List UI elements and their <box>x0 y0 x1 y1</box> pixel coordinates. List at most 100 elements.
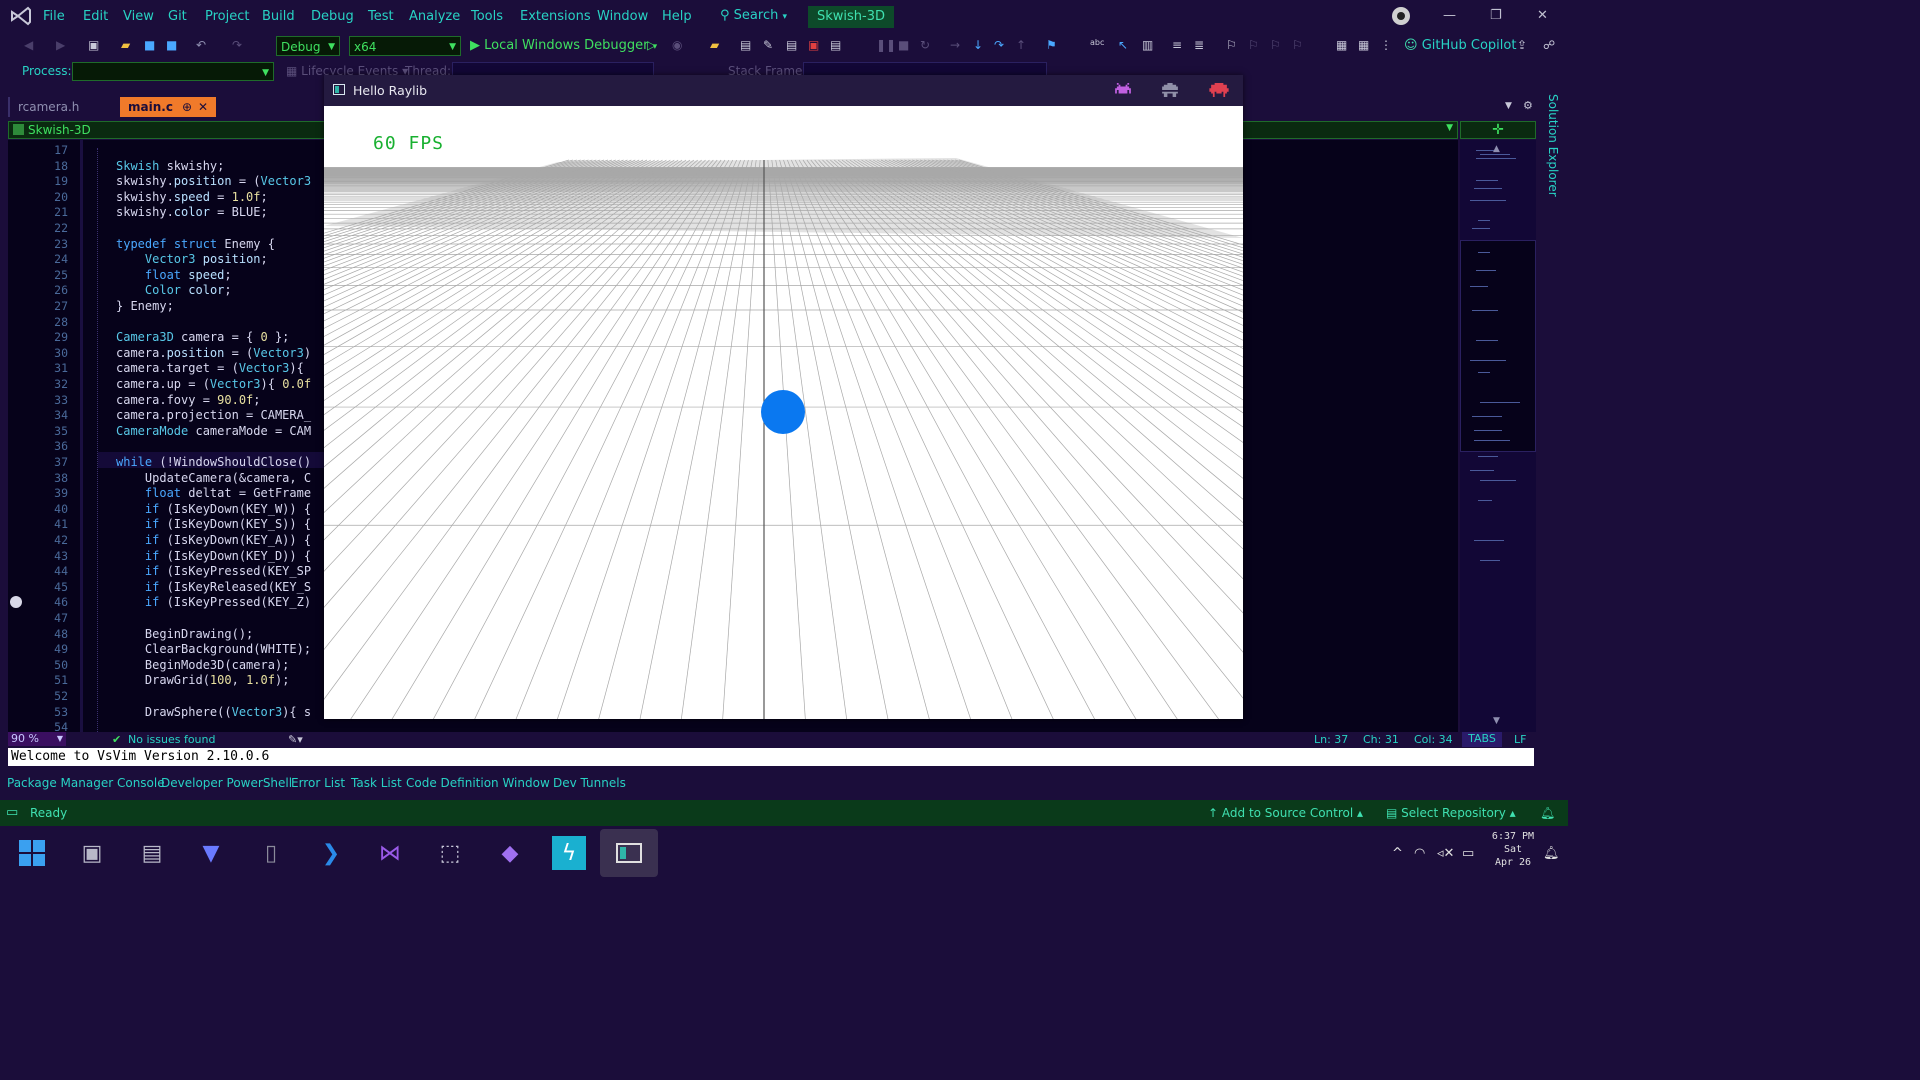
project-scope-dropdown[interactable]: Skwish-3D <box>13 123 91 137</box>
indentation-mode[interactable]: TABS <box>1462 732 1502 747</box>
open-folder-icon[interactable]: ▰ <box>121 38 135 52</box>
zoom-dropdown[interactable]: 90 % ▼ <box>8 732 66 746</box>
restore-icon[interactable]: ❐ <box>1490 8 1502 23</box>
char-indicator[interactable]: Ch: 31 <box>1363 733 1399 746</box>
step-out-icon[interactable]: ↑ <box>1016 38 1030 52</box>
clear-bookmarks-icon[interactable]: ⚐ <box>1292 38 1306 52</box>
menu-tools[interactable]: Tools <box>471 9 503 24</box>
raylib-app-icon[interactable] <box>600 829 658 877</box>
invader-maximize-icon[interactable] <box>1160 83 1180 97</box>
spellcheck-icon[interactable]: abc <box>1090 38 1104 52</box>
platform-dropdown[interactable]: x64 ▼ <box>349 36 461 56</box>
solution-folder-icon[interactable]: ▰ <box>710 38 724 52</box>
prev-bookmark-icon[interactable]: ⚐ <box>1248 38 1262 52</box>
cursor-icon[interactable]: ↖ <box>1118 38 1132 52</box>
close-icon[interactable]: ✕ <box>1537 8 1548 23</box>
line-indicator[interactable]: Ln: 37 <box>1314 733 1348 746</box>
step-over-icon[interactable]: ↷ <box>994 38 1008 52</box>
menu-view[interactable]: View <box>123 9 154 24</box>
column-indicator[interactable]: Col: 34 <box>1414 733 1453 746</box>
tab-overflow-icon[interactable]: ▼ <box>1505 101 1512 111</box>
minimap-viewport[interactable] <box>1460 240 1536 452</box>
tab-rcamera-h[interactable]: rcamera.h <box>8 97 116 117</box>
diagnostics-icon[interactable]: ▤ <box>786 38 800 52</box>
minimap-scrollbar[interactable] <box>1460 140 1536 732</box>
new-project-icon[interactable]: ▣ <box>88 38 102 52</box>
visual-studio-logo-icon[interactable] <box>10 6 32 26</box>
menu-file[interactable]: File <box>43 9 65 24</box>
notifications-bell-icon[interactable]: 🔔︎ <box>1543 846 1560 861</box>
tab-main-c[interactable]: main.c ⊕ ✕ <box>120 97 216 117</box>
menu-debug[interactable]: Debug <box>311 9 354 24</box>
snipping-tool-icon[interactable]: ⬚ <box>433 836 467 870</box>
close-tab-icon[interactable]: ✕ <box>198 97 208 117</box>
process-dropdown[interactable]: ▼ <box>72 62 274 81</box>
menu-help[interactable]: Help <box>662 9 692 24</box>
undo-icon[interactable]: ↶ <box>196 38 210 52</box>
save-icon[interactable]: ■ <box>144 38 158 52</box>
vsvim-command-line[interactable]: Welcome to VsVim Version 2.10.0.6 <box>8 748 1534 766</box>
taskbar-clock[interactable]: 6:37 PM Sat Apr 26 <box>1488 830 1538 869</box>
layout-icon[interactable]: ▦ <box>1336 38 1350 52</box>
menu-edit[interactable]: Edit <box>83 9 108 24</box>
split-editor-button[interactable]: ✛ <box>1460 121 1536 139</box>
vscode-app-icon[interactable]: ❯ <box>314 836 348 870</box>
user-avatar[interactable] <box>1392 7 1410 25</box>
minimize-icon[interactable]: — <box>1443 8 1456 23</box>
github-copilot-button[interactable]: ☺ GitHub Copilot <box>1404 38 1516 53</box>
notification-area-icon[interactable]: ▭ <box>6 805 18 820</box>
start-menu-icon[interactable] <box>15 836 49 870</box>
add-to-source-control-button[interactable]: ↑ Add to Source Control ▴ <box>1208 806 1363 820</box>
menu-build[interactable]: Build <box>262 9 295 24</box>
lightning-app-icon[interactable]: ϟ <box>552 836 586 870</box>
issues-status[interactable]: No issues found <box>128 733 215 746</box>
redo-icon[interactable]: ↷ <box>232 38 246 52</box>
wrench-icon[interactable]: ✎ <box>763 38 777 52</box>
raylib-window[interactable]: Hello Raylib 60 FPS <box>324 75 1243 719</box>
pin-icon[interactable]: ⊕ <box>182 97 192 117</box>
vector-app-icon[interactable]: ▼ <box>194 836 228 870</box>
menu-window[interactable]: Window <box>597 9 648 24</box>
indent-icon[interactable]: ≡ <box>1172 38 1186 52</box>
tab-error-list[interactable]: Error List <box>291 776 345 790</box>
forward-icon[interactable]: ▶ <box>56 38 70 52</box>
save-disk-app-icon[interactable]: ▣ <box>75 836 109 870</box>
menu-project[interactable]: Project <box>205 9 249 24</box>
tab-dev-tunnels[interactable]: Dev Tunnels <box>553 776 626 790</box>
solution-explorer-tab[interactable]: Solution Explorer <box>1540 94 1560 204</box>
next-bookmark-icon[interactable]: ⚐ <box>1270 38 1284 52</box>
breakpoints-icon[interactable]: ⚑ <box>1046 38 1060 52</box>
wifi-icon[interactable]: ◠ <box>1414 846 1425 861</box>
gear-icon[interactable]: ⚙ <box>1523 99 1533 112</box>
invader-minimize-icon[interactable] <box>1113 83 1133 97</box>
restart-icon[interactable]: ↻ <box>920 38 934 52</box>
tab-task-list[interactable]: Task List <box>351 776 402 790</box>
hot-reload-icon[interactable]: ◉ <box>672 38 686 52</box>
bookmark-icon[interactable]: ⚐ <box>1226 38 1240 52</box>
scroll-up-icon[interactable]: ▲ <box>1493 144 1500 154</box>
search-button[interactable]: ⚲ Search ▾ <box>720 8 787 23</box>
raylib-titlebar[interactable]: Hello Raylib <box>324 75 1243 106</box>
select-repository-button[interactable]: ▤ Select Repository ▴ <box>1386 806 1516 820</box>
step-into-icon[interactable]: ↓ <box>973 38 987 52</box>
start-debugging-button[interactable]: ▶ Local Windows Debugger ▾ <box>470 38 657 53</box>
speaker-muted-icon[interactable]: ◃✕ <box>1437 846 1454 861</box>
invader-close-icon[interactable] <box>1209 83 1229 97</box>
stop-icon[interactable]: ■ <box>898 38 912 52</box>
tab-package-manager-console[interactable]: Package Manager Console <box>7 776 165 790</box>
configuration-dropdown[interactable]: Debug ▼ <box>276 36 340 56</box>
breakpoint-indicator[interactable] <box>10 596 22 608</box>
raylib-3d-viewport[interactable] <box>324 106 1243 719</box>
tablet-app-icon[interactable]: ▯ <box>254 836 288 870</box>
scroll-down-icon[interactable]: ▼ <box>1493 716 1500 726</box>
device-icon[interactable]: ▤ <box>830 38 844 52</box>
terminal-app-icon[interactable]: ▤ <box>135 836 169 870</box>
bell-icon[interactable]: 🔔︎ <box>1540 806 1555 820</box>
step-arrow-icon[interactable]: → <box>950 38 964 52</box>
share-icon[interactable]: ⇪ <box>1517 38 1531 52</box>
comment-icon[interactable]: ≣ <box>1194 38 1208 52</box>
tray-overflow-icon[interactable]: ^ <box>1392 846 1403 861</box>
more-icon[interactable]: ⋮ <box>1380 38 1394 52</box>
menu-extensions[interactable]: Extensions <box>520 9 591 24</box>
grid-icon[interactable]: ▦ <box>1358 38 1372 52</box>
